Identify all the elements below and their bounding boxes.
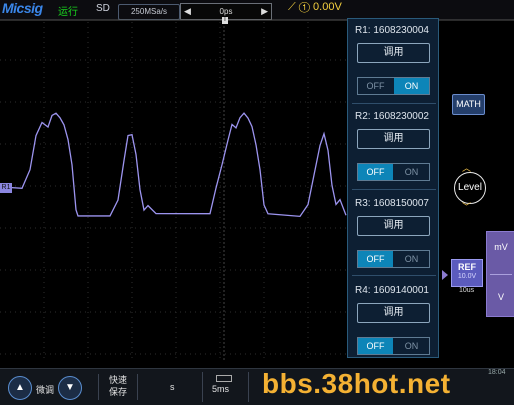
unit-mv-option[interactable]: mV — [487, 242, 514, 252]
recall-button[interactable]: 调用 — [357, 129, 430, 149]
ref-item-name: R4: 1609140001 — [355, 285, 429, 296]
ref-channel-button[interactable]: REF 10.0V — [451, 259, 483, 287]
divider — [352, 103, 436, 104]
ref-item-name: R2: 1608230002 — [355, 111, 429, 122]
reference-panel: R1: 1608230004 调用 OFF ON R2: 1608230002 … — [347, 18, 439, 358]
trigger-time-marker-icon[interactable]: T — [222, 17, 228, 24]
recall-button[interactable]: 调用 — [357, 303, 430, 323]
fine-label: 微调 — [36, 383, 54, 396]
ref-toggle[interactable]: OFF ON — [357, 163, 430, 181]
ref-item-name: R3: 1608150007 — [355, 198, 429, 209]
graticule — [0, 22, 347, 360]
toggle-on[interactable]: ON — [394, 251, 429, 267]
math-button[interactable]: MATH — [452, 94, 485, 115]
unit-v-option[interactable]: V — [487, 292, 514, 302]
quick-save-line1: 快速 — [99, 374, 137, 386]
fine-down-button[interactable]: ▼ — [58, 376, 82, 400]
ref-toggle[interactable]: OFF ON — [357, 250, 430, 268]
toggle-on[interactable]: ON — [394, 338, 429, 354]
recall-button[interactable]: 调用 — [357, 216, 430, 236]
ref-label: REF — [452, 262, 482, 272]
divider — [352, 275, 436, 276]
quick-save-line2: 保存 — [99, 386, 137, 398]
toggle-off[interactable]: OFF — [358, 164, 393, 180]
recall-button[interactable]: 调用 — [357, 43, 430, 63]
time-unit-button[interactable]: s — [170, 382, 175, 392]
ref-timebase: 10us — [459, 287, 474, 294]
quick-save-button[interactable]: 快速 保存 — [98, 374, 138, 400]
toggle-off[interactable]: OFF — [358, 251, 393, 267]
clock: 18:04 — [488, 369, 506, 376]
divider — [248, 372, 249, 402]
unit-selector[interactable]: mV V — [486, 231, 514, 317]
timebase-icon — [216, 375, 232, 382]
ref-item-1: R1: 1608230004 调用 OFF ON — [348, 21, 440, 101]
ref-item-name: R1: 1608230004 — [355, 25, 429, 36]
ref-toggle[interactable]: OFF ON — [357, 337, 430, 355]
ref-scale: 10.0V — [452, 272, 482, 282]
ref-pointer-icon — [442, 270, 448, 280]
ref-item-4: R4: 1609140001 调用 OFF ON — [348, 281, 440, 361]
channel-tag[interactable]: R1 — [0, 183, 12, 193]
ref-toggle[interactable]: OFF ON — [357, 77, 430, 95]
fine-up-button[interactable]: ▲ — [8, 376, 32, 400]
watermark: bbs.38hot.net — [262, 368, 451, 400]
timebase-button[interactable]: 5ms — [212, 384, 229, 394]
divider — [352, 189, 436, 190]
toggle-on[interactable]: ON — [394, 78, 429, 94]
divider — [490, 274, 512, 275]
toggle-on[interactable]: ON — [394, 164, 429, 180]
toggle-off[interactable]: OFF — [358, 338, 393, 354]
toggle-off[interactable]: OFF — [358, 78, 393, 94]
ref-item-2: R2: 1608230002 调用 OFF ON — [348, 107, 440, 187]
ref-item-3: R3: 1608150007 调用 OFF ON — [348, 194, 440, 274]
chevron-down-icon[interactable]: ﹀ — [462, 200, 471, 213]
divider — [202, 372, 203, 402]
waveform-trace — [0, 113, 346, 216]
